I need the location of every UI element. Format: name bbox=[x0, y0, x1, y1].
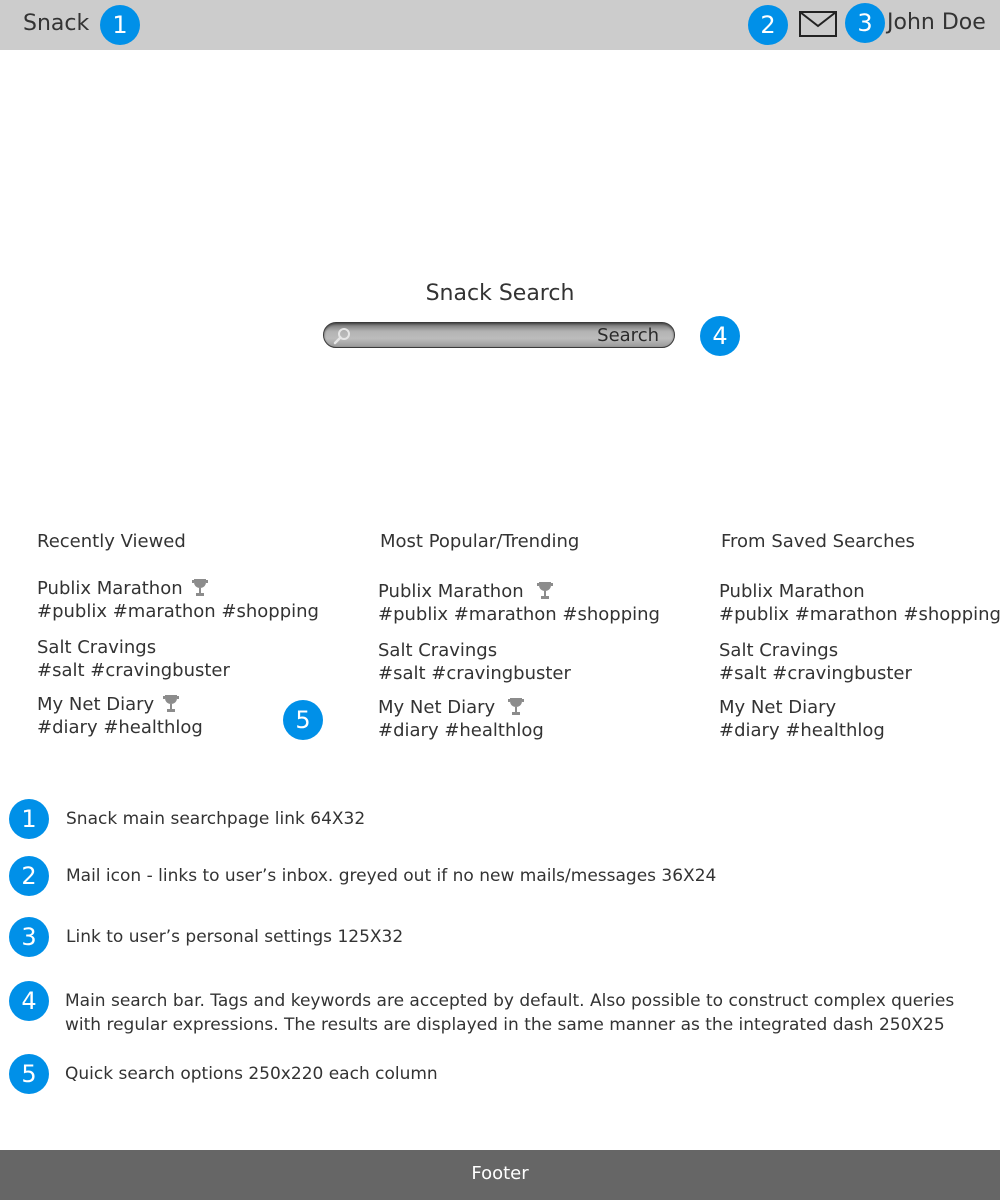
search-bar[interactable]: Search bbox=[323, 322, 675, 348]
magnifier-icon bbox=[333, 328, 350, 345]
item-name: Salt Cravings bbox=[378, 640, 498, 661]
item-tags: #salt #cravingbuster bbox=[719, 663, 912, 684]
legend-badge: 2 bbox=[9, 856, 49, 896]
list-item[interactable]: Publix Marathon #publix #marathon #shopp… bbox=[378, 580, 660, 626]
item-tags: #diary #healthlog bbox=[719, 720, 885, 741]
item-tags: #salt #cravingbuster bbox=[378, 663, 571, 684]
legend-text: Main search bar. Tags and keywords are a… bbox=[65, 991, 955, 1035]
user-settings-link[interactable]: John Doe bbox=[887, 10, 986, 35]
item-tags: #salt #cravingbuster bbox=[37, 660, 230, 681]
list-item[interactable]: Salt Cravings #salt #cravingbuster bbox=[719, 639, 912, 685]
list-item[interactable]: Publix Marathon #publix #marathon #shopp… bbox=[719, 580, 1000, 626]
list-item[interactable]: My Net Diary #diary #healthlog bbox=[719, 696, 885, 742]
search-button[interactable]: Search bbox=[597, 325, 659, 346]
item-name: My Net Diary bbox=[37, 694, 155, 715]
item-tags: #publix #marathon #shopping bbox=[719, 604, 1000, 625]
item-name: Salt Cravings bbox=[37, 637, 157, 658]
list-item[interactable]: Salt Cravings #salt #cravingbuster bbox=[378, 639, 571, 685]
callout-badge-2: 2 bbox=[748, 5, 788, 45]
column-title: From Saved Searches bbox=[721, 531, 915, 552]
list-item[interactable]: Salt Cravings #salt #cravingbuster bbox=[37, 636, 230, 682]
item-name: Publix Marathon bbox=[719, 581, 865, 602]
item-tags: #publix #marathon #shopping bbox=[378, 604, 660, 625]
legend-badge: 1 bbox=[9, 799, 49, 839]
list-item[interactable]: My Net Diary #diary #healthlog bbox=[378, 696, 544, 742]
callout-badge-1: 1 bbox=[100, 5, 140, 45]
item-name: Publix Marathon bbox=[37, 578, 183, 599]
callout-badge-5: 5 bbox=[283, 700, 323, 740]
legend-badge: 4 bbox=[9, 981, 49, 1021]
item-tags: #publix #marathon #shopping bbox=[37, 601, 319, 622]
item-tags: #diary #healthlog bbox=[378, 720, 544, 741]
list-item[interactable]: My Net Diary #diary #healthlog bbox=[37, 693, 203, 739]
legend-text: Mail icon - links to user’s inbox. greye… bbox=[66, 866, 717, 886]
trophy-icon bbox=[191, 579, 208, 596]
mail-icon[interactable] bbox=[799, 11, 837, 37]
legend-text: Snack main searchpage link 64X32 bbox=[66, 809, 366, 829]
footer: Footer bbox=[0, 1150, 1000, 1200]
legend-text: Link to user’s personal settings 125X32 bbox=[66, 927, 404, 947]
list-item[interactable]: Publix Marathon #publix #marathon #shopp… bbox=[37, 577, 319, 623]
top-bar: Snack 1 2 3 John Doe bbox=[0, 0, 1000, 50]
trophy-icon bbox=[508, 698, 525, 715]
trophy-icon bbox=[536, 582, 553, 599]
item-name: Publix Marathon bbox=[378, 581, 524, 602]
item-name: My Net Diary bbox=[719, 697, 837, 718]
app-title-link[interactable]: Snack bbox=[23, 11, 89, 36]
legend-text: Quick search options 250x220 each column bbox=[65, 1064, 438, 1084]
trophy-icon bbox=[163, 695, 180, 712]
legend-badge: 5 bbox=[9, 1054, 49, 1094]
column-title: Most Popular/Trending bbox=[380, 531, 580, 552]
search-title: Snack Search bbox=[425, 281, 575, 306]
callout-badge-3: 3 bbox=[845, 3, 885, 43]
item-tags: #diary #healthlog bbox=[37, 717, 203, 738]
item-name: My Net Diary bbox=[378, 697, 496, 718]
column-most-popular: Most Popular/Trending Publix Marathon #p… bbox=[378, 531, 668, 751]
item-name: Salt Cravings bbox=[719, 640, 839, 661]
legend-badge: 3 bbox=[9, 917, 49, 957]
column-saved-searches: From Saved Searches Publix Marathon #pub… bbox=[719, 531, 1000, 751]
search-input[interactable] bbox=[356, 323, 586, 347]
column-title: Recently Viewed bbox=[37, 531, 186, 552]
callout-badge-4: 4 bbox=[700, 316, 740, 356]
